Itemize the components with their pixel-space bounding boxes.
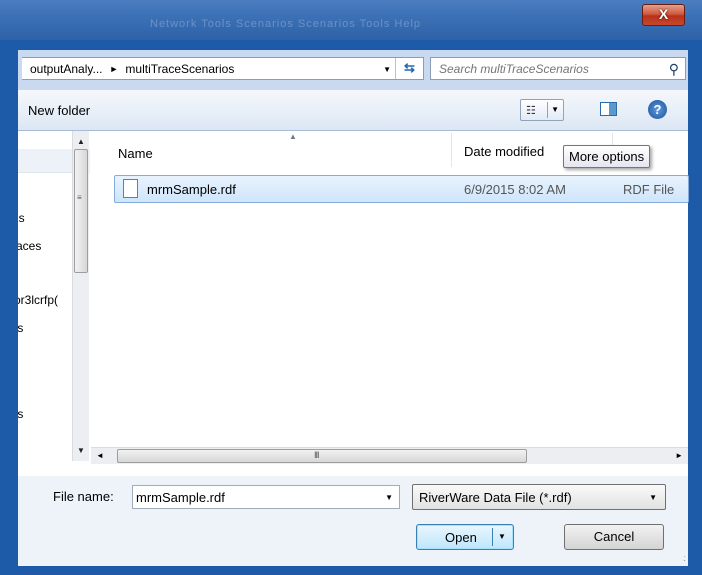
- more-options-tooltip: More options: [563, 145, 651, 168]
- open-button[interactable]: Open ▼: [416, 524, 514, 550]
- breadcrumb-multitrace-scenarios[interactable]: multiTraceScenarios: [125, 62, 234, 76]
- open-split-divider: [492, 528, 493, 546]
- file-date-modified: 6/9/2015 8:02 AM: [464, 182, 566, 197]
- nav-item[interactable]: aces: [18, 239, 41, 253]
- file-name-dropdown-icon[interactable]: ▼: [385, 493, 393, 502]
- search-icon[interactable]: ⚲: [669, 61, 679, 78]
- open-button-label: Open: [445, 530, 477, 545]
- file-list: ▲ Name Date modified More options mrmSam…: [91, 131, 689, 476]
- horizontal-scrollbar[interactable]: ◄ III ►: [91, 447, 688, 464]
- nav-item[interactable]: ts: [18, 407, 23, 421]
- address-bar-area: outputAnaly... ► multiTraceScenarios ▼ ⇆…: [18, 50, 688, 90]
- scroll-right-icon[interactable]: ►: [675, 451, 683, 460]
- new-folder-button[interactable]: New folder: [28, 103, 90, 118]
- close-button[interactable]: X: [642, 4, 685, 26]
- file-type-filter[interactable]: RiverWare Data File (*.rdf) ▼: [412, 484, 666, 510]
- breadcrumb-separator-icon[interactable]: ►: [110, 64, 119, 74]
- file-name-field[interactable]: [133, 487, 363, 507]
- scroll-down-icon[interactable]: ▼: [77, 446, 85, 455]
- open-dropdown-icon[interactable]: ▼: [498, 532, 506, 541]
- more-options-dropdown-icon[interactable]: ▼: [551, 105, 559, 114]
- nav-item[interactable]: or3lcrfp(: [18, 293, 58, 307]
- scroll-grip-icon: III: [314, 450, 319, 460]
- address-history-dropdown-icon[interactable]: ▼: [383, 65, 391, 74]
- nav-item[interactable]: ds: [18, 211, 25, 225]
- file-name-label: File name:: [53, 489, 114, 504]
- resize-grip-icon[interactable]: .:: [683, 553, 686, 563]
- refresh-button[interactable]: ⇆: [395, 58, 423, 79]
- scroll-thumb[interactable]: III: [117, 449, 527, 463]
- nav-item[interactable]: ts: [18, 321, 23, 335]
- sort-ascending-icon: ▲: [289, 132, 297, 141]
- file-type-filter-value: RiverWare Data File (*.rdf): [419, 490, 572, 505]
- file-name-combobox[interactable]: ▼: [132, 485, 400, 509]
- file-type: RDF File: [623, 182, 675, 197]
- preview-pane-icon[interactable]: [600, 102, 617, 116]
- background-menu-text: Network Tools Scenarios Scenarios Tools …: [150, 18, 422, 30]
- document-icon: [123, 179, 138, 198]
- column-header-date-modified[interactable]: Date modified: [464, 144, 544, 159]
- close-icon: X: [658, 6, 669, 22]
- change-view-button[interactable]: ☷ ▼: [520, 99, 564, 121]
- address-bar[interactable]: outputAnaly... ► multiTraceScenarios ▼ ⇆: [22, 57, 424, 80]
- nav-vertical-scrollbar[interactable]: ▲ ≡ ▼: [72, 131, 89, 461]
- help-icon[interactable]: ?: [648, 100, 667, 119]
- scroll-thumb[interactable]: [74, 149, 88, 273]
- view-list-icon: ☷: [526, 105, 536, 117]
- dialog-footer: File name: ▼ RiverWare Data File (*.rdf)…: [18, 476, 688, 566]
- column-headers: ▲ Name Date modified More options: [91, 131, 688, 171]
- file-row[interactable]: mrmSample.rdf 6/9/2015 8:02 AM RDF File: [114, 175, 689, 203]
- filter-dropdown-icon[interactable]: ▼: [649, 493, 657, 502]
- search-input[interactable]: [439, 61, 639, 76]
- title-bar: Network Tools Scenarios Scenarios Tools …: [0, 0, 702, 40]
- scroll-grip-icon: ≡: [77, 193, 82, 202]
- cancel-button[interactable]: Cancel: [564, 524, 664, 550]
- scroll-up-icon[interactable]: ▲: [77, 137, 85, 146]
- command-toolbar: New folder ☷ ▼ ?: [18, 90, 688, 131]
- column-divider[interactable]: [451, 133, 452, 167]
- views-button-divider: [547, 102, 548, 118]
- column-header-name[interactable]: Name: [118, 146, 153, 161]
- search-box[interactable]: ⚲: [430, 57, 686, 80]
- navigation-pane: ds aces or3lcrfp( ts ts ▲ ≡ ▼: [18, 131, 90, 476]
- breadcrumb-output-analysis[interactable]: outputAnaly...: [30, 62, 103, 76]
- file-browser: ds aces or3lcrfp( ts ts ▲ ≡ ▼ ▲ Name Dat…: [18, 131, 689, 476]
- file-name[interactable]: mrmSample.rdf: [147, 182, 236, 197]
- scroll-left-icon[interactable]: ◄: [96, 451, 104, 460]
